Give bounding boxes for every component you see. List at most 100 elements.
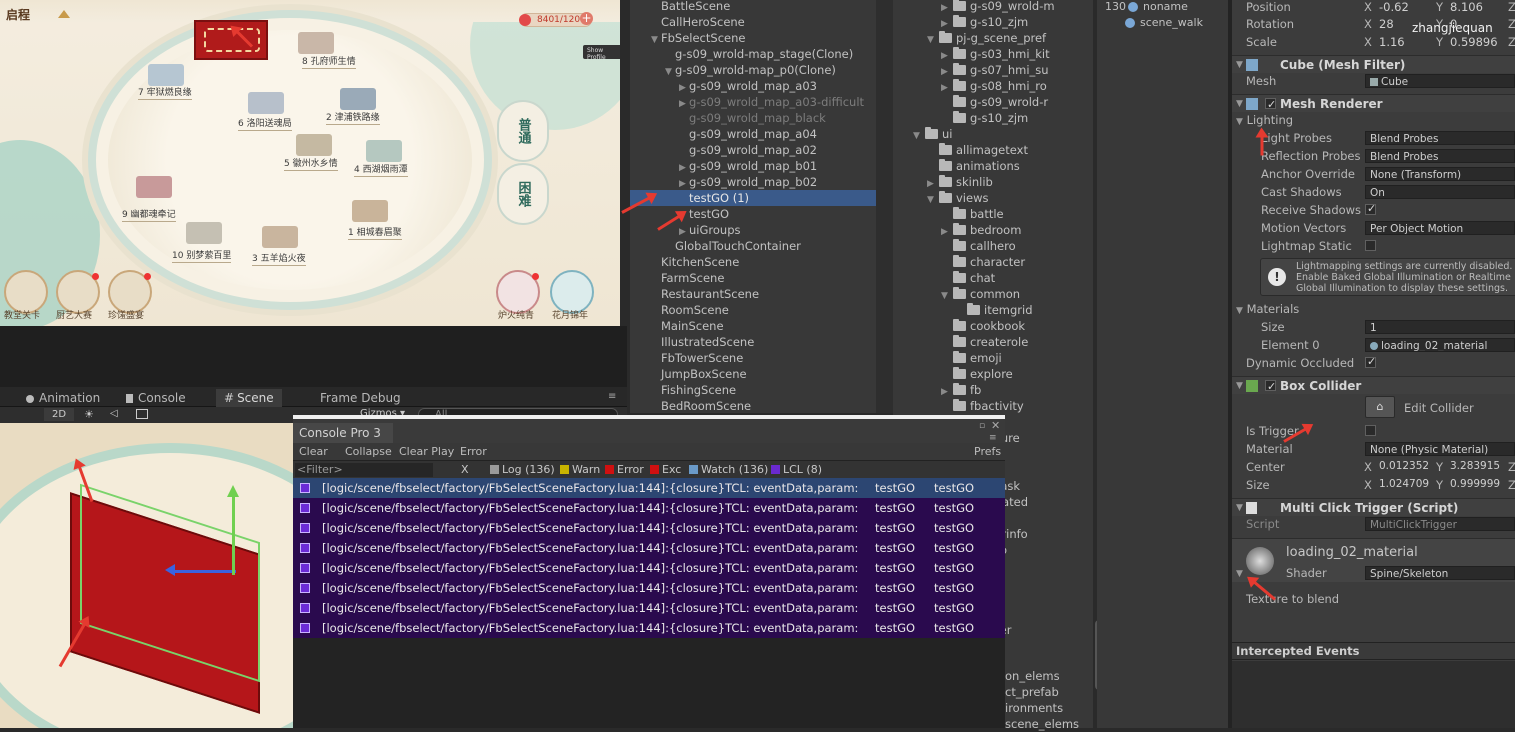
add-currency-button[interactable]: +: [580, 12, 593, 25]
position-x-field[interactable]: -0.62: [1379, 0, 1409, 14]
clear-button[interactable]: Clear: [299, 445, 328, 459]
map-label[interactable]: 10 别梦萦百里: [172, 248, 232, 263]
mode-hard-button[interactable]: 困难: [497, 163, 549, 225]
box-collider-header[interactable]: ▼ Box Collider: [1232, 376, 1515, 396]
map-label[interactable]: 1 相城春眉聚: [348, 225, 402, 240]
project-folder[interactable]: g-s10_zjm: [893, 110, 1103, 126]
size-y-field[interactable]: 0.999999: [1450, 478, 1500, 490]
2d-toggle[interactable]: 2D: [44, 408, 74, 421]
close-icon[interactable]: ✕: [991, 419, 1000, 432]
console-log-row[interactable]: [logic/scene/fbselect/factory/FbSelectSc…: [293, 538, 1005, 558]
tab-animation[interactable]: Animation: [18, 389, 108, 407]
console-log-row[interactable]: [logic/scene/fbselect/factory/FbSelectSc…: [293, 578, 1005, 598]
size-x-field[interactable]: 1.024709: [1379, 478, 1429, 490]
hierarchy-item[interactable]: testGO: [630, 206, 876, 222]
show-profile-button[interactable]: Show Profile: [583, 45, 620, 61]
game-view[interactable]: 启程 8401/120 + Show Profile 8 孔府师生情 7 牢狱燃…: [0, 0, 620, 326]
project-folder[interactable]: explore: [893, 366, 1103, 382]
filter-toggle[interactable]: LCL (8): [771, 463, 822, 477]
filter-toggle[interactable]: Error: [605, 463, 644, 477]
shader-dropdown[interactable]: Spine/Skeleton: [1365, 566, 1515, 580]
hierarchy-item[interactable]: RestaurantScene: [630, 286, 876, 302]
project-folder[interactable]: ▶ g-s07_hmi_su: [893, 62, 1103, 78]
scale-y-field[interactable]: 0.59896: [1450, 35, 1498, 49]
materials-size-field[interactable]: 1: [1365, 320, 1515, 334]
motion-vectors-dropdown[interactable]: Per Object Motion: [1365, 221, 1515, 235]
project-folder[interactable]: chat: [893, 270, 1103, 286]
project-folder[interactable]: emoji: [893, 350, 1103, 366]
map-label[interactable]: 8 孔府师生情: [302, 54, 356, 69]
foldout-icon[interactable]: ▼: [1236, 95, 1243, 113]
hierarchy-item[interactable]: FishingScene: [630, 382, 876, 398]
dynamic-occluded-checkbox[interactable]: [1365, 355, 1376, 368]
anchor-override-field[interactable]: None (Transform): [1365, 167, 1515, 181]
material-header[interactable]: loading_02_material ▼ Shader Spine/Skele…: [1232, 538, 1515, 582]
filter-toggle[interactable]: Watch (136): [689, 463, 768, 477]
console-log-row[interactable]: [logic/scene/fbselect/factory/FbSelectSc…: [293, 598, 1005, 618]
hierarchy-item[interactable]: g-s09_wrold_map_black: [630, 110, 876, 126]
project-folder[interactable]: animations: [893, 158, 1103, 174]
hierarchy-item[interactable]: ▶ g-s09_wrold_map_a03: [630, 78, 876, 94]
box-collider-enabled-checkbox[interactable]: [1265, 378, 1276, 396]
map-label[interactable]: 5 徽州水乡情: [284, 156, 338, 171]
asset-item[interactable]: scene_walk: [1125, 16, 1203, 29]
hierarchy-item[interactable]: CallHeroScene: [630, 14, 876, 30]
hierarchy-item[interactable]: BattleScene: [630, 0, 876, 14]
filter-clear-button[interactable]: X: [461, 463, 469, 477]
position-y-field[interactable]: 8.106: [1450, 0, 1483, 14]
hierarchy-item[interactable]: FarmScene: [630, 270, 876, 286]
y-axis-handle[interactable]: [232, 495, 235, 575]
prefs-button[interactable]: Prefs: [974, 445, 1001, 459]
map-label[interactable]: 3 五羊焰火夜: [252, 251, 306, 266]
clear-play-button[interactable]: Clear Play: [399, 445, 454, 459]
tab-scene[interactable]: # Scene: [216, 389, 282, 407]
console-tab[interactable]: Console Pro 3: [293, 423, 393, 443]
project-folder[interactable]: ▶ g-s03_hmi_kit: [893, 46, 1103, 62]
map-label[interactable]: 9 幽都魂牵记: [122, 207, 176, 222]
project-folder[interactable]: ▶ skinlib: [893, 174, 1103, 190]
menu-icon[interactable]: ≡: [989, 433, 997, 443]
project-folder[interactable]: cookbook: [893, 318, 1103, 334]
project-folder[interactable]: allimagetext: [893, 142, 1103, 158]
map-label[interactable]: 6 洛阳送魂局: [238, 116, 292, 131]
project-folder[interactable]: ▶ g-s08_hmi_ro: [893, 78, 1103, 94]
scale-x-field[interactable]: 1.16: [1379, 35, 1405, 49]
mode-normal-button[interactable]: 普通: [497, 100, 549, 162]
hierarchy-item[interactable]: KitchenScene: [630, 254, 876, 270]
tab-frame-debug[interactable]: Frame Debug: [312, 389, 409, 407]
receive-shadows-checkbox[interactable]: [1365, 202, 1376, 215]
maximize-icon[interactable]: ▫: [979, 421, 985, 431]
foldout-icon[interactable]: ▼: [1236, 377, 1243, 395]
project-folder[interactable]: ▶ bedroom: [893, 222, 1103, 238]
hierarchy-item[interactable]: testGO (1): [630, 190, 876, 206]
hierarchy-item[interactable]: ▼ g-s09_wrold-map_p0(Clone): [630, 62, 876, 78]
scene-view[interactable]: [0, 423, 295, 728]
project-folder[interactable]: ▼ views: [893, 190, 1103, 206]
hierarchy-item[interactable]: ▶ g-s09_wrold_map_b01: [630, 158, 876, 174]
hierarchy-scrollbar[interactable]: [876, 0, 893, 413]
mesh-renderer-header[interactable]: ▼ Mesh Renderer: [1232, 94, 1515, 114]
image-icon[interactable]: [136, 409, 148, 419]
center-x-field[interactable]: 0.012352: [1379, 460, 1429, 472]
light-probes-dropdown[interactable]: Blend Probes: [1365, 131, 1515, 145]
project-folder[interactable]: ▶ g-s10_zjm: [893, 14, 1103, 30]
project-folder[interactable]: createrole: [893, 334, 1103, 350]
filter-input[interactable]: <Filter>: [295, 463, 433, 477]
console-log-row[interactable]: [logic/scene/fbselect/factory/FbSelectSc…: [293, 518, 1005, 538]
console-log-row[interactable]: [logic/scene/fbselect/factory/FbSelectSc…: [293, 498, 1005, 518]
hierarchy-item[interactable]: BedRoomScene: [630, 398, 876, 414]
map-label[interactable]: 2 津浦铁路缘: [326, 110, 380, 125]
hierarchy-item[interactable]: ▶ g-s09_wrold_map_a03-difficult: [630, 94, 876, 110]
hierarchy-item[interactable]: g-s09_wrold_map_a04: [630, 126, 876, 142]
project-folder[interactable]: callhero: [893, 238, 1103, 254]
center-y-field[interactable]: 3.283915: [1450, 460, 1500, 472]
project-folder[interactable]: ▼ common: [893, 286, 1103, 302]
multi-click-header[interactable]: ▼ Multi Click Trigger (Script): [1232, 498, 1515, 516]
hierarchy-item[interactable]: ▶ g-s09_wrold_map_b02: [630, 174, 876, 190]
cast-shadows-dropdown[interactable]: On: [1365, 185, 1515, 199]
intercepted-events-header[interactable]: Intercepted Events: [1232, 642, 1515, 660]
foldout-icon[interactable]: ▼: [1236, 56, 1243, 74]
hierarchy-item[interactable]: g-s09_wrold_map_a02: [630, 142, 876, 158]
hierarchy-item[interactable]: ▼ FbSelectScene: [630, 30, 876, 46]
hierarchy-item[interactable]: RoomScene: [630, 302, 876, 318]
